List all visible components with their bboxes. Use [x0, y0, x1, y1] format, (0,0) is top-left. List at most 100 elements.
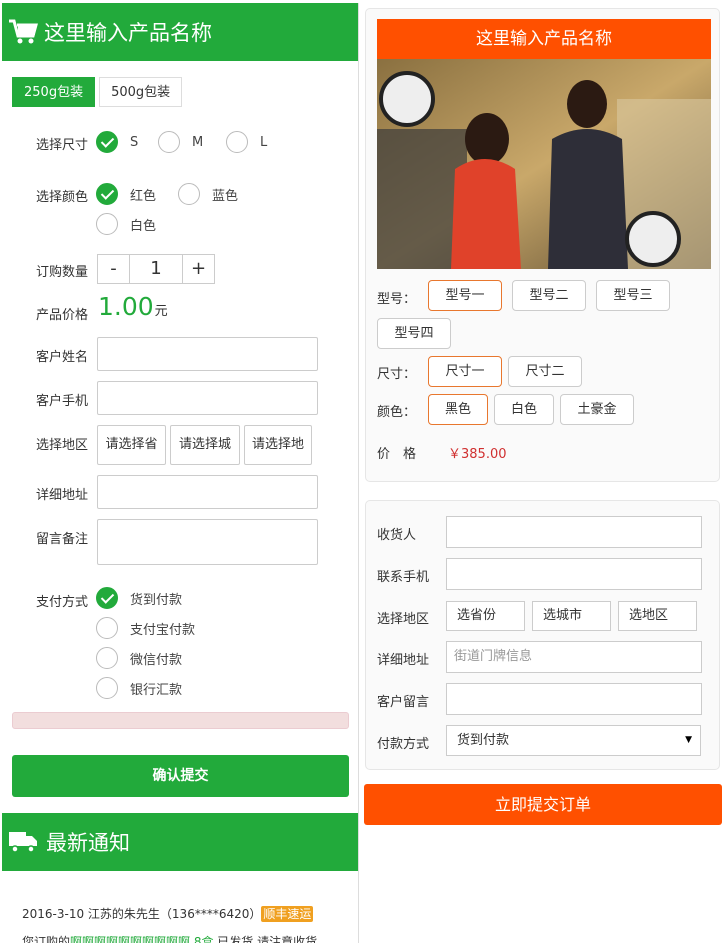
check-icon[interactable] [96, 587, 118, 609]
size-option-l[interactable]: L [226, 131, 267, 153]
quantity-plus-button[interactable]: + [182, 255, 214, 283]
district-select[interactable]: 请选择地 [244, 425, 312, 465]
payment-option-alipay[interactable]: 支付宝付款 [96, 617, 195, 639]
model-label: 型号： [377, 292, 417, 307]
size-label: 选择尺寸 [36, 138, 89, 153]
pay-method-select[interactable]: 货到付款 ▼ [446, 725, 701, 756]
receiver-input[interactable] [446, 516, 702, 548]
chevron-down-icon: ▼ [685, 735, 692, 745]
radio-icon[interactable] [96, 647, 118, 669]
pay-method-value: 货到付款 [457, 733, 510, 748]
color-option-label: 蓝色 [212, 188, 239, 204]
phone-input[interactable] [97, 381, 318, 415]
payment-option-cod[interactable]: 货到付款 [96, 587, 182, 609]
payment-option-label: 微信付款 [130, 652, 183, 668]
color-label: 颜色： [377, 405, 417, 420]
size-option-2[interactable]: 尺寸二 [508, 356, 582, 387]
size-label: 尺寸： [377, 367, 417, 382]
payment-option-label: 银行汇款 [130, 682, 183, 698]
district-select[interactable]: 选地区 [618, 601, 697, 631]
quantity-label: 订购数量 [36, 265, 89, 280]
size-option-m[interactable]: M [158, 131, 203, 153]
radio-icon[interactable] [178, 183, 200, 205]
price-amount: 1.00 [98, 292, 154, 321]
quantity-stepper: - 1 + [97, 254, 215, 284]
city-select[interactable]: 请选择城 [170, 425, 240, 465]
product-photo [377, 59, 711, 269]
notice-product-link[interactable]: 啊啊啊啊啊啊啊啊啊啊 8盒 [70, 935, 213, 943]
notice-text: 您订购的 [22, 935, 71, 943]
notice-line-2: 您订购的啊啊啊啊啊啊啊啊啊啊 8盒 已发货,请注意收货 [22, 933, 317, 943]
product-title-bar: 这里输入产品名称 [2, 3, 358, 61]
radio-icon[interactable] [96, 617, 118, 639]
color-option-black[interactable]: 黑色 [428, 394, 488, 425]
product-card: 这里输入产品名称 型号： 型号一 型号二 型号三 型号四 尺寸： 尺寸一 尺寸二… [365, 8, 720, 482]
payment-option-label: 货到付款 [130, 592, 183, 608]
size-option-label: M [192, 134, 204, 150]
city-select[interactable]: 选城市 [532, 601, 611, 631]
radio-icon[interactable] [158, 131, 180, 153]
province-select[interactable]: 选省份 [446, 601, 525, 631]
notice-text: 2016-3-10 江苏的朱先生（136****6420） [22, 907, 262, 921]
payment-label: 支付方式 [36, 595, 89, 610]
color-option-white[interactable]: 白色 [96, 213, 156, 235]
region-label: 选择地区 [36, 438, 89, 453]
model-option-1[interactable]: 型号一 [428, 280, 502, 311]
price-label: 价 格 [377, 447, 417, 462]
province-select[interactable]: 请选择省 [97, 425, 166, 465]
payment-option-label: 支付宝付款 [130, 622, 196, 638]
color-option-label: 白色 [130, 218, 157, 234]
radio-icon[interactable] [96, 213, 118, 235]
note-label: 留言备注 [36, 532, 89, 547]
phone-label: 客户手机 [36, 394, 89, 409]
quantity-minus-button[interactable]: - [98, 255, 130, 283]
color-option-white[interactable]: 白色 [494, 394, 554, 425]
price-label: 产品价格 [36, 308, 89, 323]
check-icon[interactable] [96, 131, 118, 153]
phone-input[interactable] [446, 558, 702, 590]
region-label: 选择地区 [377, 612, 430, 627]
shopping-cart-icon [8, 18, 38, 46]
message-input[interactable] [446, 683, 702, 715]
package-tab-250g[interactable]: 250g包装 [12, 77, 96, 107]
price-value: ￥385.00 [448, 447, 507, 462]
address-input[interactable] [97, 475, 318, 509]
product-title: 这里输入产品名称 [44, 21, 212, 45]
left-order-panel: 这里输入产品名称 250g包装 500g包装 选择尺寸 S M L 选择颜色 红… [2, 3, 359, 943]
model-option-4[interactable]: 型号四 [377, 318, 451, 349]
address-label: 详细地址 [377, 653, 430, 668]
address-label: 详细地址 [36, 488, 89, 503]
color-option-gold[interactable]: 土豪金 [560, 394, 634, 425]
color-option-red[interactable]: 红色 [96, 183, 156, 205]
name-input[interactable] [97, 337, 318, 371]
error-message-bar [12, 712, 349, 729]
radio-icon[interactable] [96, 677, 118, 699]
check-icon[interactable] [96, 183, 118, 205]
shipping-form-card: 收货人 联系手机 选择地区 选省份 选城市 选地区 详细地址 街道门牌信息 客户… [365, 500, 720, 770]
payment-option-bank[interactable]: 银行汇款 [96, 677, 182, 699]
payment-option-wechat[interactable]: 微信付款 [96, 647, 182, 669]
price-value: 1.00元 [98, 292, 168, 321]
notice-line-1: 2016-3-10 江苏的朱先生（136****6420） 顺丰速运 [22, 905, 314, 922]
confirm-submit-button[interactable]: 确认提交 [12, 755, 349, 797]
size-option-s[interactable]: S [96, 131, 138, 153]
message-label: 客户留言 [377, 695, 430, 710]
quantity-value[interactable]: 1 [130, 255, 182, 283]
color-label: 选择颜色 [36, 190, 89, 205]
radio-icon[interactable] [226, 131, 248, 153]
model-option-3[interactable]: 型号三 [596, 280, 670, 311]
model-option-2[interactable]: 型号二 [512, 280, 586, 311]
size-option-label: L [260, 134, 268, 150]
color-option-blue[interactable]: 蓝色 [178, 183, 238, 205]
phone-label: 联系手机 [377, 570, 430, 585]
price-unit: 元 [154, 304, 168, 319]
truck-icon [8, 829, 38, 855]
address-input[interactable]: 街道门牌信息 [446, 641, 702, 673]
size-option-1[interactable]: 尺寸一 [428, 356, 502, 387]
notice-title: 最新通知 [46, 831, 130, 855]
submit-order-button[interactable]: 立即提交订单 [364, 784, 722, 825]
courier-badge: 顺丰速运 [261, 906, 314, 922]
note-textarea[interactable] [97, 519, 318, 565]
package-tabs: 250g包装 500g包装 [12, 77, 358, 107]
package-tab-500g[interactable]: 500g包装 [99, 77, 183, 107]
